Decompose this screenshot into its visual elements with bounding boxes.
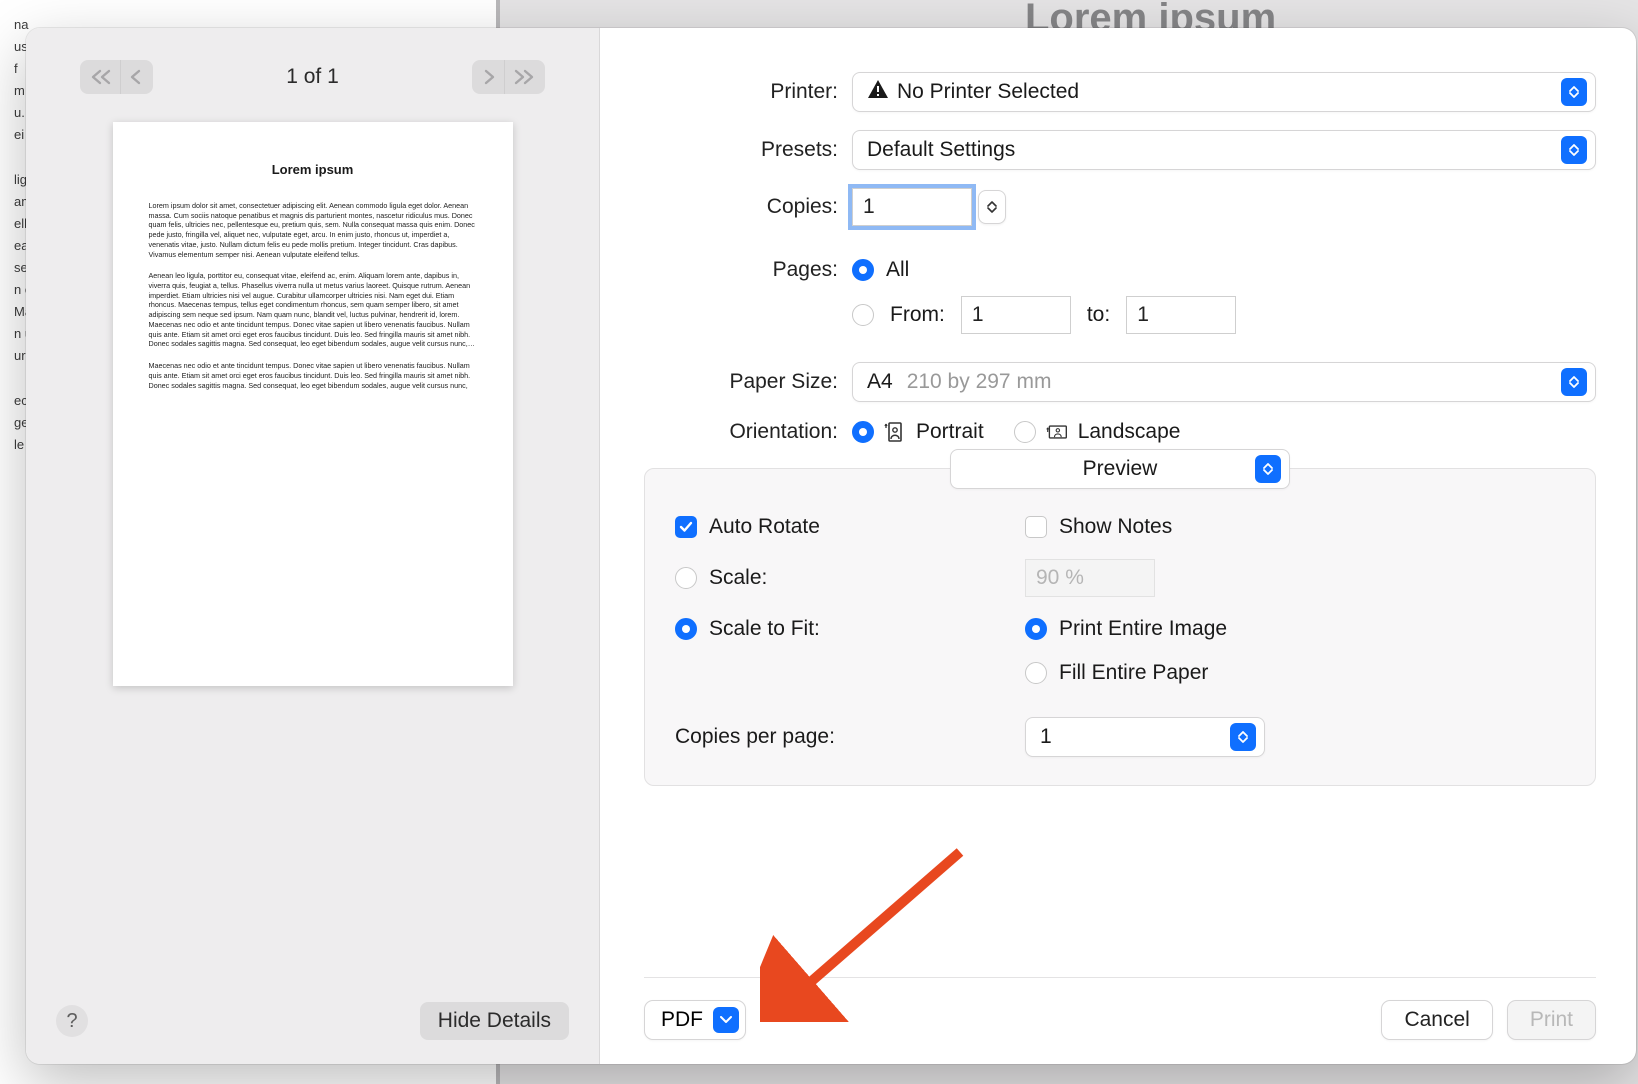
preview-panel: 1 of 1 Lorem ipsum Lorem ipsum dolor sit… (26, 28, 600, 1064)
scale-to-fit-radio[interactable] (675, 618, 697, 640)
section-value: Preview (965, 457, 1255, 481)
copies-per-page-select[interactable]: 1 (1025, 717, 1265, 757)
first-page-button[interactable] (80, 60, 120, 94)
orientation-portrait-radio[interactable] (852, 421, 874, 443)
section-select[interactable]: Preview (950, 449, 1290, 489)
print-entire-image-radio[interactable] (1025, 618, 1047, 640)
copies-per-page-label: Copies per page: (675, 725, 835, 749)
settings-panel: Printer: No Printer Selected Presets: De… (600, 28, 1636, 1064)
presets-select[interactable]: Default Settings (852, 130, 1596, 170)
printer-label: Printer: (644, 80, 852, 104)
pages-all-label: All (886, 258, 909, 282)
copies-stepper[interactable] (978, 190, 1006, 224)
printer-select[interactable]: No Printer Selected (852, 72, 1596, 112)
orientation-portrait-label: Portrait (916, 420, 984, 444)
show-notes-label: Show Notes (1059, 515, 1172, 539)
preview-paragraph: Maecenas nec odio et ante tincidunt temp… (149, 361, 477, 390)
orientation-label: Orientation: (644, 420, 852, 444)
pages-to-input[interactable] (1126, 296, 1236, 334)
prev-page-button[interactable] (120, 60, 153, 94)
chevron-up-down-icon (1561, 368, 1587, 396)
presets-label: Presets: (644, 138, 852, 162)
pages-label: Pages: (644, 258, 852, 282)
fill-entire-paper-label: Fill Entire Paper (1059, 661, 1208, 685)
chevron-up-down-icon (1255, 455, 1281, 483)
chevron-down-icon (713, 1007, 739, 1033)
next-page-button[interactable] (472, 60, 504, 94)
orientation-landscape-radio[interactable] (1014, 421, 1036, 443)
page-counter: 1 of 1 (286, 65, 339, 89)
show-notes-checkbox[interactable] (1025, 516, 1047, 538)
portrait-icon (884, 421, 906, 443)
next-page-group (472, 60, 545, 94)
print-entire-image-label: Print Entire Image (1059, 617, 1227, 641)
pages-from-input[interactable] (961, 296, 1071, 334)
paper-size-select[interactable]: A4 210 by 297 mm (852, 362, 1596, 402)
page-preview: Lorem ipsum Lorem ipsum dolor sit amet, … (113, 122, 513, 686)
presets-value: Default Settings (867, 138, 1561, 162)
preview-title: Lorem ipsum (149, 162, 477, 177)
last-page-button[interactable] (504, 60, 545, 94)
copies-label: Copies: (644, 195, 852, 219)
pages-to-label: to: (1087, 303, 1110, 327)
copies-input[interactable] (852, 188, 972, 226)
preview-paragraph: Aenean leo ligula, porttitor eu, consequ… (149, 271, 477, 349)
orientation-landscape-label: Landscape (1078, 420, 1181, 444)
help-button[interactable]: ? (56, 1005, 88, 1037)
print-button[interactable]: Print (1507, 1000, 1596, 1040)
fill-entire-paper-radio[interactable] (1025, 662, 1047, 684)
scale-input[interactable] (1025, 559, 1155, 597)
hide-details-button[interactable]: Hide Details (420, 1002, 569, 1040)
scale-radio[interactable] (675, 567, 697, 589)
chevron-up-down-icon (1561, 78, 1587, 106)
pages-from-label: From: (890, 303, 945, 327)
scale-label: Scale: (709, 566, 767, 590)
app-options-panel: Preview Auto Rotate Show Notes (644, 468, 1596, 786)
pdf-menu-button[interactable]: PDF (644, 1000, 746, 1040)
paper-size-label: Paper Size: (644, 370, 852, 394)
printer-value: No Printer Selected (897, 80, 1079, 104)
preview-paragraph: Lorem ipsum dolor sit amet, consectetuer… (149, 201, 477, 259)
paper-size-value: A4 (867, 370, 893, 394)
print-dialog: 1 of 1 Lorem ipsum Lorem ipsum dolor sit… (26, 28, 1636, 1064)
scale-to-fit-label: Scale to Fit: (709, 617, 820, 641)
chevron-up-down-icon (1230, 723, 1256, 751)
copies-per-page-value: 1 (1040, 725, 1230, 749)
prev-page-group (80, 60, 153, 94)
pages-all-radio[interactable] (852, 259, 874, 281)
cancel-button[interactable]: Cancel (1381, 1000, 1492, 1040)
landscape-icon (1046, 421, 1068, 443)
auto-rotate-label: Auto Rotate (709, 515, 820, 539)
chevron-up-down-icon (1561, 136, 1587, 164)
auto-rotate-checkbox[interactable] (675, 516, 697, 538)
paper-size-dim: 210 by 297 mm (907, 370, 1052, 394)
pdf-label: PDF (661, 1008, 703, 1032)
warning-icon (867, 79, 889, 105)
pages-range-radio[interactable] (852, 304, 874, 326)
